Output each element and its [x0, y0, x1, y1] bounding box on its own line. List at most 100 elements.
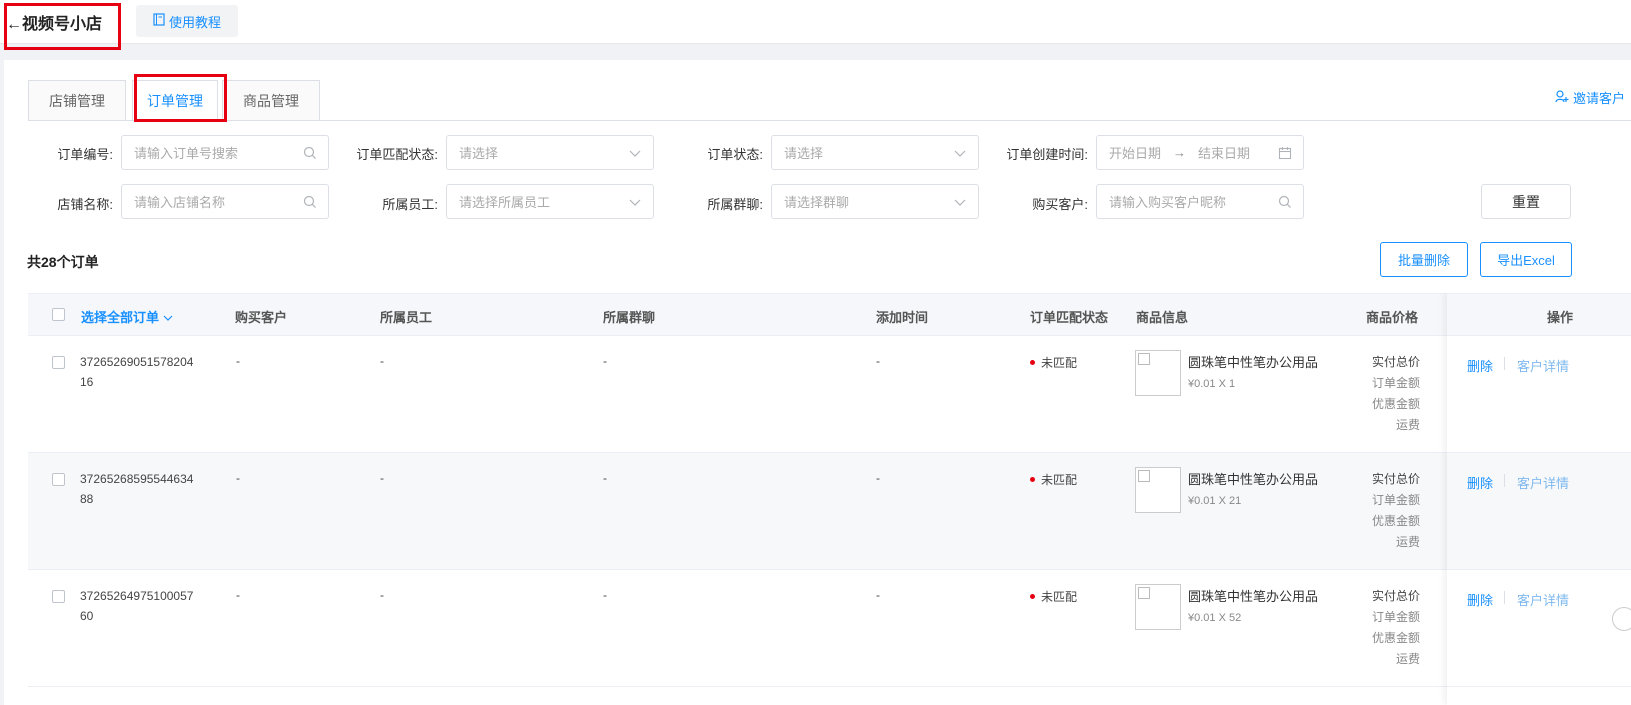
customer-detail-link[interactable]: 客户详情 [1517, 473, 1569, 492]
order-no-label: 订单编号: [57, 147, 113, 162]
product-qty: ¥0.01 X 21 [1188, 495, 1242, 507]
create-time-range-picker[interactable]: 开始日期 → 结束日期 [1096, 135, 1304, 170]
price-line: 实付总价 [1371, 355, 1420, 369]
staff-label: 所属员工: [382, 197, 438, 212]
header-staff: 所属员工 [380, 310, 433, 325]
product-qty: ¥0.01 X 52 [1188, 612, 1242, 624]
export-excel-button[interactable]: 导出Excel [1480, 242, 1572, 277]
price-details: 实付总价 订单金额 优惠金额 运费 [1360, 352, 1420, 436]
table-row: 3726526905157820416 - - - - 未匹配 圆珠笔中性笔办公… [28, 336, 1631, 453]
search-icon [1277, 194, 1293, 210]
delete-link[interactable]: 删除 [1467, 590, 1493, 609]
customer-input[interactable]: 请输入购买客户昵称 [1096, 184, 1304, 219]
price-line: 运费 [1395, 418, 1420, 432]
operations-column: 操作 删除 客户详情 删除 客户详情 删除 客户详情 [1447, 293, 1631, 705]
shop-name-label: 店铺名称: [57, 197, 113, 212]
delete-link[interactable]: 删除 [1467, 356, 1493, 375]
invite-customer-link[interactable]: 邀请客户 [1555, 88, 1631, 107]
match-status-placeholder: 请选择 [459, 146, 499, 161]
cell-add-time: - [876, 471, 880, 485]
ops-cell: 删除 客户详情 [1447, 453, 1631, 570]
cell-customer: - [236, 588, 240, 602]
cell-customer: - [236, 471, 240, 485]
price-line: 运费 [1395, 535, 1420, 549]
match-status: 未匹配 [1030, 354, 1077, 371]
price-line: 运费 [1395, 652, 1420, 666]
top-bar: ←视频号小店 使用教程 [0, 0, 1631, 44]
price-line: 订单金额 [1371, 376, 1420, 390]
order-no-input[interactable]: 请输入订单号搜索 [121, 135, 329, 170]
match-status: 未匹配 [1030, 588, 1077, 605]
range-arrow-icon: → [1173, 145, 1187, 160]
cell-add-time: - [876, 588, 880, 602]
product-qty: ¥0.01 X 1 [1188, 378, 1236, 390]
select-all-checkbox[interactable] [52, 308, 65, 321]
row-checkbox[interactable] [52, 590, 65, 603]
header-product: 商品信息 [1136, 310, 1189, 325]
match-status-label: 订单匹配状态: [356, 147, 438, 162]
customer-detail-link[interactable]: 客户详情 [1517, 356, 1569, 375]
order-status-label: 订单状态: [707, 147, 763, 162]
scroll-handle[interactable] [1612, 607, 1631, 631]
start-date-placeholder: 开始日期 [1109, 146, 1162, 161]
staff-placeholder: 请选择所属员工 [459, 195, 551, 210]
row-checkbox[interactable] [52, 356, 65, 369]
invite-label: 邀请客户 [1573, 91, 1626, 106]
staff-select[interactable]: 请选择所属员工 [446, 184, 654, 219]
cell-staff: - [380, 354, 384, 368]
shop-name-input[interactable]: 请输入店铺名称 [121, 184, 329, 219]
status-dot [1030, 477, 1035, 482]
orders-table: 选择全部订单 购买客户 所属员工 所属群聊 添加时间 订单匹配状态 商品信息 商… [28, 293, 1631, 705]
chevron-down-icon [952, 145, 968, 161]
customer-label: 购买客户: [1032, 197, 1088, 212]
customer-placeholder: 请输入购买客户昵称 [1109, 195, 1227, 210]
order-status-select[interactable]: 请选择 [771, 135, 979, 170]
tutorial-label: 使用教程 [168, 14, 221, 30]
header-match-status: 订单匹配状态 [1030, 310, 1109, 325]
tutorial-button[interactable]: 使用教程 [136, 5, 238, 37]
row-checkbox[interactable] [52, 473, 65, 486]
cell-group: - [603, 471, 607, 485]
order-number: 3726526497510005760 [80, 589, 194, 623]
price-line: 优惠金额 [1371, 631, 1420, 645]
status-text: 未匹配 [1041, 356, 1078, 370]
product-name: 圆珠笔中性笔办公用品 [1188, 472, 1319, 487]
match-status: 未匹配 [1030, 471, 1077, 488]
chevron-down-icon [163, 310, 173, 325]
cell-group: - [603, 588, 607, 602]
tab-product-management[interactable]: 商品管理 [222, 80, 320, 121]
price-line: 实付总价 [1371, 472, 1420, 486]
ops-divider [1504, 357, 1505, 370]
product-thumbnail [1135, 584, 1181, 630]
product-name: 圆珠笔中性笔办公用品 [1188, 355, 1319, 370]
ops-divider [1504, 474, 1505, 487]
group-placeholder: 请选择群聊 [784, 195, 850, 210]
match-status-select[interactable]: 请选择 [446, 135, 654, 170]
status-dot [1030, 360, 1035, 365]
header-ops: 操作 [1547, 310, 1574, 325]
shop-name-placeholder: 请输入店铺名称 [134, 195, 226, 210]
batch-delete-button[interactable]: 批量删除 [1380, 242, 1468, 277]
status-dot [1030, 594, 1035, 599]
group-select[interactable]: 请选择群聊 [771, 184, 979, 219]
price-line: 实付总价 [1371, 589, 1420, 603]
reset-button[interactable]: 重置 [1481, 184, 1571, 219]
tabs-divider [28, 120, 1631, 121]
table-row: 3726526859554463488 - - - - 未匹配 圆珠笔中性笔办公… [28, 453, 1631, 570]
broken-image-icon [1138, 353, 1150, 365]
cell-group: - [603, 354, 607, 368]
customer-detail-link[interactable]: 客户详情 [1517, 590, 1569, 609]
cell-customer: - [236, 354, 240, 368]
tab-shop-management[interactable]: 店铺管理 [28, 80, 126, 121]
create-time-label: 订单创建时间: [1006, 147, 1088, 162]
header-customer: 购买客户 [235, 310, 288, 325]
select-all-dropdown[interactable]: 选择全部订单 [81, 307, 173, 326]
ops-header: 操作 [1447, 293, 1631, 336]
broken-image-icon [1138, 587, 1150, 599]
delete-link[interactable]: 删除 [1467, 473, 1493, 492]
product-thumbnail [1135, 467, 1181, 513]
table-row: 3726526497510005760 - - - - 未匹配 圆珠笔中性笔办公… [28, 570, 1631, 687]
search-icon [302, 145, 318, 161]
group-label: 所属群聊: [707, 197, 763, 212]
ops-divider [1504, 591, 1505, 604]
